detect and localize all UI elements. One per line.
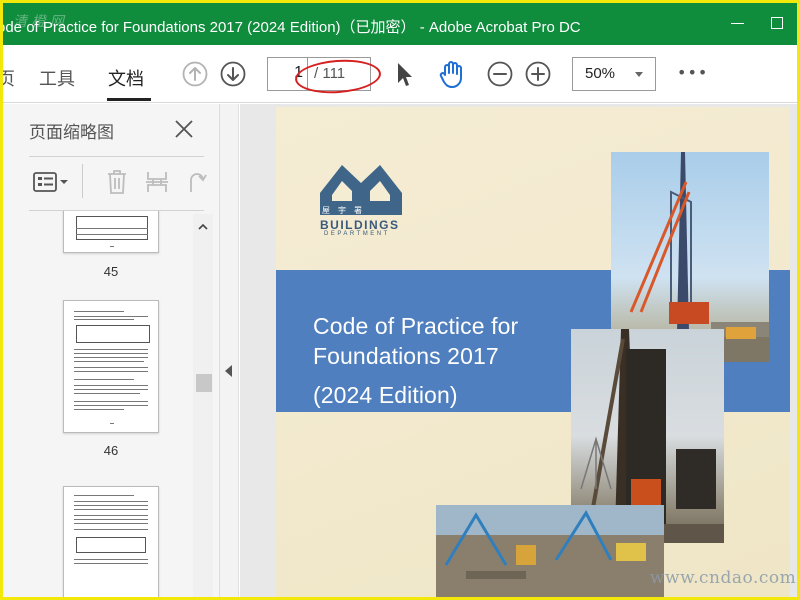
thumbnail-options-icon[interactable] [32, 171, 72, 193]
active-tab-indicator [107, 98, 151, 101]
thumbnail-line [74, 519, 148, 520]
panel-collapse-strip[interactable] [220, 104, 239, 597]
thumbnail-line [74, 371, 148, 372]
zoom-level-value: 50% [585, 65, 616, 82]
app-window: ode of Practice for Foundations 2017 (20… [3, 3, 797, 597]
thumbnail-line [74, 385, 148, 386]
thumbnail-line [74, 505, 148, 506]
document-page-cover: 屋宇署 BUILDINGS DEPARTMENT Code of Practic… [276, 107, 790, 597]
thumbnail-line [76, 228, 148, 229]
thumbnail-line [74, 495, 134, 496]
thumbnail-line [74, 509, 148, 510]
next-page-icon[interactable] [220, 61, 246, 87]
site-watermark: www.cndao.com [650, 568, 797, 588]
logo-english-text: BUILDINGS [320, 218, 400, 232]
insert-pages-icon[interactable] [144, 168, 170, 196]
zoom-level-dropdown[interactable]: 50% [572, 57, 656, 91]
thumbnail-page[interactable] [63, 300, 159, 433]
logo-chinese-text: 屋宇署 [322, 206, 370, 215]
thumbnail-line [74, 393, 140, 394]
thumbnail-page[interactable] [63, 211, 159, 253]
minimize-button[interactable] [731, 23, 744, 24]
toolbar-separator [82, 164, 83, 198]
delete-icon[interactable] [105, 168, 129, 196]
thumbnail-line [74, 379, 134, 380]
maximize-button[interactable] [771, 17, 783, 29]
thumbnail-line [110, 423, 114, 424]
thumbnail-list: 45 46 [29, 211, 194, 597]
main-toolbar: 页 工具 文档 1 / 111 50% ••• [3, 45, 797, 103]
zoom-in-icon[interactable] [525, 61, 551, 87]
close-icon[interactable] [173, 118, 195, 140]
thumbnail-line [76, 234, 148, 235]
thumbnail-line [74, 367, 148, 368]
panel-divider [29, 156, 204, 157]
thumbnail-line [74, 529, 148, 530]
thumbnail-page-number: 45 [103, 264, 119, 279]
thumbnail-line [74, 563, 148, 564]
tab-home[interactable]: 页 [3, 65, 15, 91]
top-watermark: 清 橙 网 [13, 14, 64, 30]
thumbnail-scrollbar[interactable] [193, 214, 213, 597]
thumbnail-line [74, 401, 148, 402]
page-thumbnails-panel: 页面缩略图 45 46 [3, 104, 220, 597]
chevron-up-icon[interactable] [198, 222, 208, 232]
thumbnail-page[interactable] [63, 486, 159, 597]
thumbnail-line [74, 559, 148, 560]
thumbnail-line [74, 316, 148, 317]
thumbnail-line [74, 349, 148, 350]
thumbnail-line [74, 501, 148, 502]
thumbnail-line [74, 361, 144, 362]
thumbnail-line [110, 246, 114, 247]
panel-title: 页面缩略图 [29, 123, 114, 143]
thumbnail-table [76, 537, 146, 553]
logo-department-text: DEPARTMENT [324, 231, 390, 237]
rotate-icon[interactable] [183, 168, 207, 196]
cover-photo-construction-site [436, 505, 664, 597]
thumbnail-line [74, 311, 124, 312]
thumbnail-page-number: 46 [103, 443, 119, 458]
thumbnail-line [74, 319, 134, 320]
tab-document[interactable]: 文档 [108, 65, 144, 91]
scrollbar-thumb[interactable] [196, 374, 212, 392]
document-view[interactable]: 屋宇署 BUILDINGS DEPARTMENT Code of Practic… [240, 104, 797, 597]
thumbnail-line [74, 515, 148, 516]
hand-tool-icon[interactable] [436, 58, 468, 90]
cover-title-line3: (2024 Edition) [313, 382, 458, 408]
thumbnail-line [74, 389, 148, 390]
zoom-out-icon[interactable] [487, 61, 513, 87]
thumbnail-line [74, 353, 148, 354]
thumbnail-table [76, 325, 150, 343]
window-title: ode of Practice for Foundations 2017 (20… [3, 19, 581, 36]
collapse-panel-icon[interactable] [225, 365, 232, 377]
thumbnail-line [74, 523, 148, 524]
thumbnail-line [74, 357, 148, 358]
cover-title-line1: Code of Practice for [313, 313, 519, 339]
chevron-down-icon [635, 72, 643, 77]
select-cursor-icon[interactable] [394, 60, 414, 88]
title-bar: ode of Practice for Foundations 2017 (20… [3, 3, 797, 45]
thumbnail-line [74, 405, 148, 406]
previous-page-icon[interactable] [182, 61, 208, 87]
tab-tools[interactable]: 工具 [39, 65, 75, 91]
cover-title-line2: Foundations 2017 [313, 343, 499, 369]
more-options-button[interactable]: ••• [677, 63, 708, 82]
thumbnail-line [74, 409, 124, 410]
